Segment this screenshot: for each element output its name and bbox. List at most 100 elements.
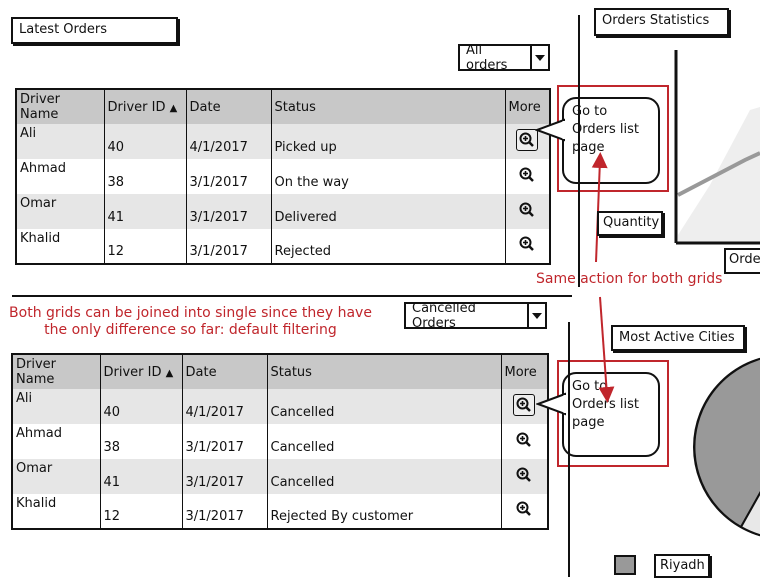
cell-driver-name: Ahmad [16,159,105,194]
column-header-date[interactable]: Date [182,354,268,389]
orders-statistics-title-text: Orders Statistics [602,13,710,28]
cell-date: 3/1/2017 [186,229,272,264]
orders-statistics-title: Orders Statistics [594,8,729,36]
column-header-driver-name[interactable]: Driver Name [12,354,101,389]
column-header-driver-id[interactable]: Driver ID ▲ [104,89,187,124]
column-header-date[interactable]: Date [186,89,272,124]
same-action-note: Same action for both grids [536,271,732,288]
table-row[interactable]: Khalid 12 3/1/2017 Rejected [16,229,550,264]
cell-date: 3/1/2017 [182,494,268,529]
chevron-down-icon[interactable] [527,304,545,327]
cell-date: 4/1/2017 [182,389,268,424]
legend-riyadh: Riyadh [654,554,710,578]
zoom-in-icon[interactable] [517,165,537,185]
more-cell [501,459,548,494]
cancelled-orders-filter-dropdown[interactable]: Cancelled Orders [404,300,547,331]
cities-pie-chart [693,357,760,537]
cell-status: Rejected By customer [267,494,502,529]
cell-status: Cancelled [267,389,502,424]
zoom-in-icon[interactable] [514,465,534,485]
latest-orders-filter-dropdown[interactable]: All orders [458,42,550,73]
right-panel-divider-top [578,15,580,287]
zoom-in-icon[interactable] [514,430,534,450]
cell-driver-id: 38 [100,424,183,459]
more-cell [505,194,550,229]
cell-status: Rejected [271,229,506,264]
most-active-cities-title-text: Most Active Cities [619,330,735,345]
cell-driver-name: Khalid [12,494,101,529]
cell-status: Cancelled [267,424,502,459]
callout-top-text: Go to Orders list page [572,104,639,155]
orders-axis-label-text: Orde [729,252,760,267]
cell-driver-name: Omar [16,194,105,229]
zoom-in-icon[interactable] [517,234,537,254]
join-grids-note-text: Both grids can be joined into single sin… [9,305,372,338]
quantity-label: Quantity [597,211,663,236]
annotation-arrows [591,152,615,403]
column-header-more: More [501,354,548,389]
callout-pointer-bottom [536,392,566,416]
legend-swatch [614,555,636,575]
cell-date: 3/1/2017 [182,459,268,494]
zoom-in-icon[interactable] [513,394,536,416]
latest-orders-filter-value: All orders [466,42,508,73]
cell-driver-id: 38 [104,159,187,194]
cell-driver-id: 12 [104,229,187,264]
table-row[interactable]: Ahmad 38 3/1/2017 Cancelled [12,424,548,459]
cell-date: 3/1/2017 [182,424,268,459]
more-cell [505,159,550,194]
column-header-driver-id[interactable]: Driver ID ▲ [100,354,183,389]
cell-date: 4/1/2017 [186,124,272,159]
cell-date: 3/1/2017 [186,159,272,194]
quantity-label-text: Quantity [603,215,660,230]
more-cell [501,494,548,529]
cell-status: On the way [271,159,506,194]
cell-driver-id: 40 [104,124,187,159]
column-header-status[interactable]: Status [271,89,506,124]
table-header-row: Driver Name Driver ID ▲ Date Status More [12,354,548,389]
legend-riyadh-text: Riyadh [660,558,705,573]
more-cell [501,424,548,459]
join-grids-note: Both grids can be joined into single sin… [8,305,373,339]
cell-driver-name: Omar [12,459,101,494]
cell-driver-name: Ahmad [12,424,101,459]
cell-status: Picked up [271,124,506,159]
sort-icon[interactable]: ▲ [170,103,178,114]
pie-slice [693,357,760,529]
table-row[interactable]: Ali 40 4/1/2017 Picked up [16,124,550,159]
cancelled-orders-filter-value: Cancelled Orders [412,300,476,331]
latest-orders-table: Driver Name Driver ID ▲ Date Status More… [15,88,551,265]
latest-orders-title-text: Latest Orders [19,22,108,37]
cell-date: 3/1/2017 [186,194,272,229]
most-active-cities-title: Most Active Cities [611,325,745,351]
table-row[interactable]: Ahmad 38 3/1/2017 On the way [16,159,550,194]
orders-line-chart [674,50,760,245]
cell-driver-id: 40 [100,389,183,424]
column-header-status[interactable]: Status [267,354,502,389]
cell-driver-name: Ali [16,124,105,159]
table-row[interactable]: Omar 41 3/1/2017 Delivered [16,194,550,229]
arrow-down [598,296,615,403]
cell-driver-name: Ali [12,389,101,424]
zoom-in-icon[interactable] [514,499,534,519]
table-row[interactable]: Khalid 12 3/1/2017 Rejected By customer [12,494,548,529]
same-action-note-text: Same action for both grids [536,271,723,287]
sort-icon[interactable]: ▲ [166,368,174,379]
orders-axis-label: Orde [724,248,760,274]
table-row[interactable]: Omar 41 3/1/2017 Cancelled [12,459,548,494]
latest-orders-title: Latest Orders [11,17,178,44]
cell-driver-id: 41 [100,459,183,494]
cell-status: Cancelled [267,459,502,494]
table-row[interactable]: Ali 40 4/1/2017 Cancelled [12,389,548,424]
column-header-driver-name[interactable]: Driver Name [16,89,105,124]
table-header-row: Driver Name Driver ID ▲ Date Status More [16,89,550,124]
right-panel-divider-bottom [568,322,570,577]
section-divider [12,295,572,297]
more-cell [505,229,550,264]
cancelled-orders-table: Driver Name Driver ID ▲ Date Status More… [11,353,549,530]
cell-driver-name: Khalid [16,229,105,264]
cell-driver-id: 12 [100,494,183,529]
chevron-down-icon[interactable] [530,46,548,69]
zoom-in-icon[interactable] [517,200,537,220]
cell-driver-id: 41 [104,194,187,229]
